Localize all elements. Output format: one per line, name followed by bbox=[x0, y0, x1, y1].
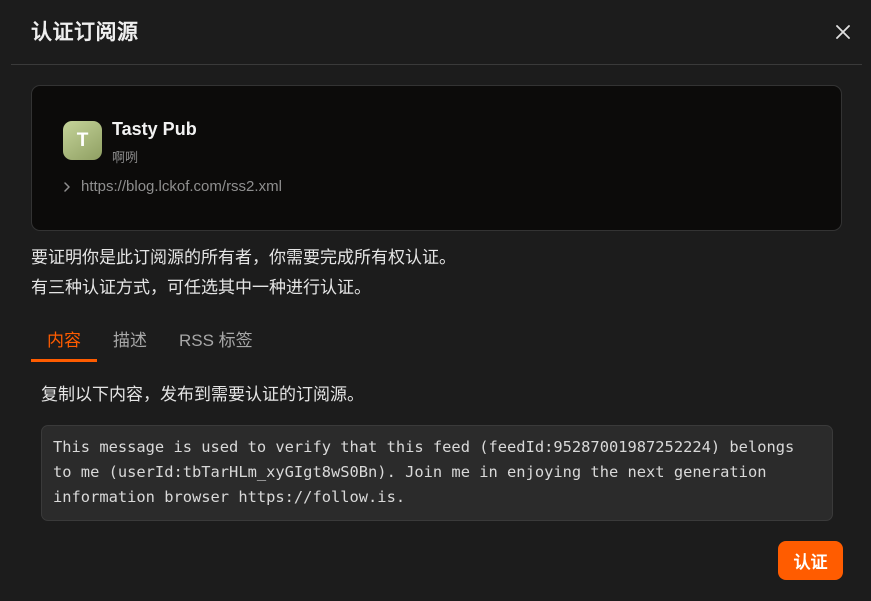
intro-text: 要证明你是此订阅源的所有者，你需要完成所有权认证。 有三种认证方式，可任选其中一… bbox=[31, 243, 456, 303]
verification-method-tabs: 内容 描述 RSS 标签 bbox=[31, 324, 269, 364]
dialog-header: 认证订阅源 bbox=[0, 0, 871, 64]
feed-avatar: T bbox=[63, 121, 102, 160]
feed-name: Tasty Pub bbox=[112, 119, 197, 139]
tab-instructions: 复制以下内容，发布到需要认证的订阅源。 bbox=[41, 385, 364, 404]
header-divider bbox=[11, 64, 862, 65]
verification-message-box[interactable]: This message is used to verify that this… bbox=[41, 425, 833, 521]
intro-line-1: 要证明你是此订阅源的所有者，你需要完成所有权认证。 bbox=[31, 248, 456, 267]
tab-content[interactable]: 内容 bbox=[31, 324, 97, 362]
close-button[interactable] bbox=[831, 18, 855, 46]
tab-rss-tags[interactable]: RSS 标签 bbox=[163, 324, 269, 362]
close-icon bbox=[836, 25, 850, 39]
intro-line-2: 有三种认证方式，可任选其中一种进行认证。 bbox=[31, 278, 371, 297]
verify-feed-dialog: 认证订阅源 T Tasty Pub 啊咧 https://blog.lckof.… bbox=[0, 0, 871, 601]
verify-button[interactable]: 认证 bbox=[778, 541, 843, 580]
feed-description: 啊咧 bbox=[112, 150, 139, 165]
feed-url: https://blog.lckof.com/rss2.xml bbox=[81, 178, 282, 195]
chevron-right-icon bbox=[64, 181, 70, 192]
feed-card: T Tasty Pub 啊咧 https://blog.lckof.com/rs… bbox=[31, 85, 842, 231]
feed-url-link[interactable]: https://blog.lckof.com/rss2.xml bbox=[63, 178, 282, 195]
dialog-title: 认证订阅源 bbox=[31, 21, 139, 44]
tab-description[interactable]: 描述 bbox=[97, 324, 163, 362]
